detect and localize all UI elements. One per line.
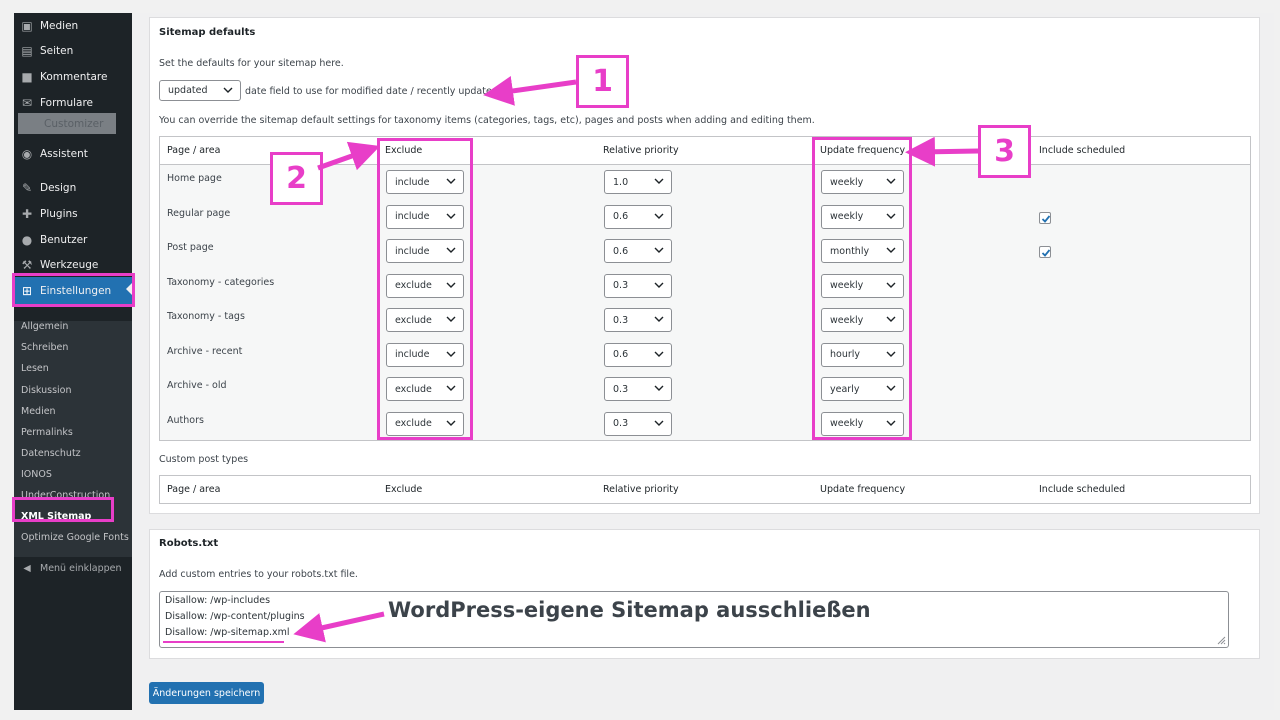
arrow-to-robots-line bbox=[293, 611, 385, 643]
arrow-to-date-field bbox=[483, 76, 577, 106]
arrow-to-exclude-column bbox=[317, 141, 381, 171]
annotation-caption: WordPress-eigene Sitemap ausschließen bbox=[388, 598, 871, 622]
arrow-to-frequency-column bbox=[905, 136, 979, 167]
